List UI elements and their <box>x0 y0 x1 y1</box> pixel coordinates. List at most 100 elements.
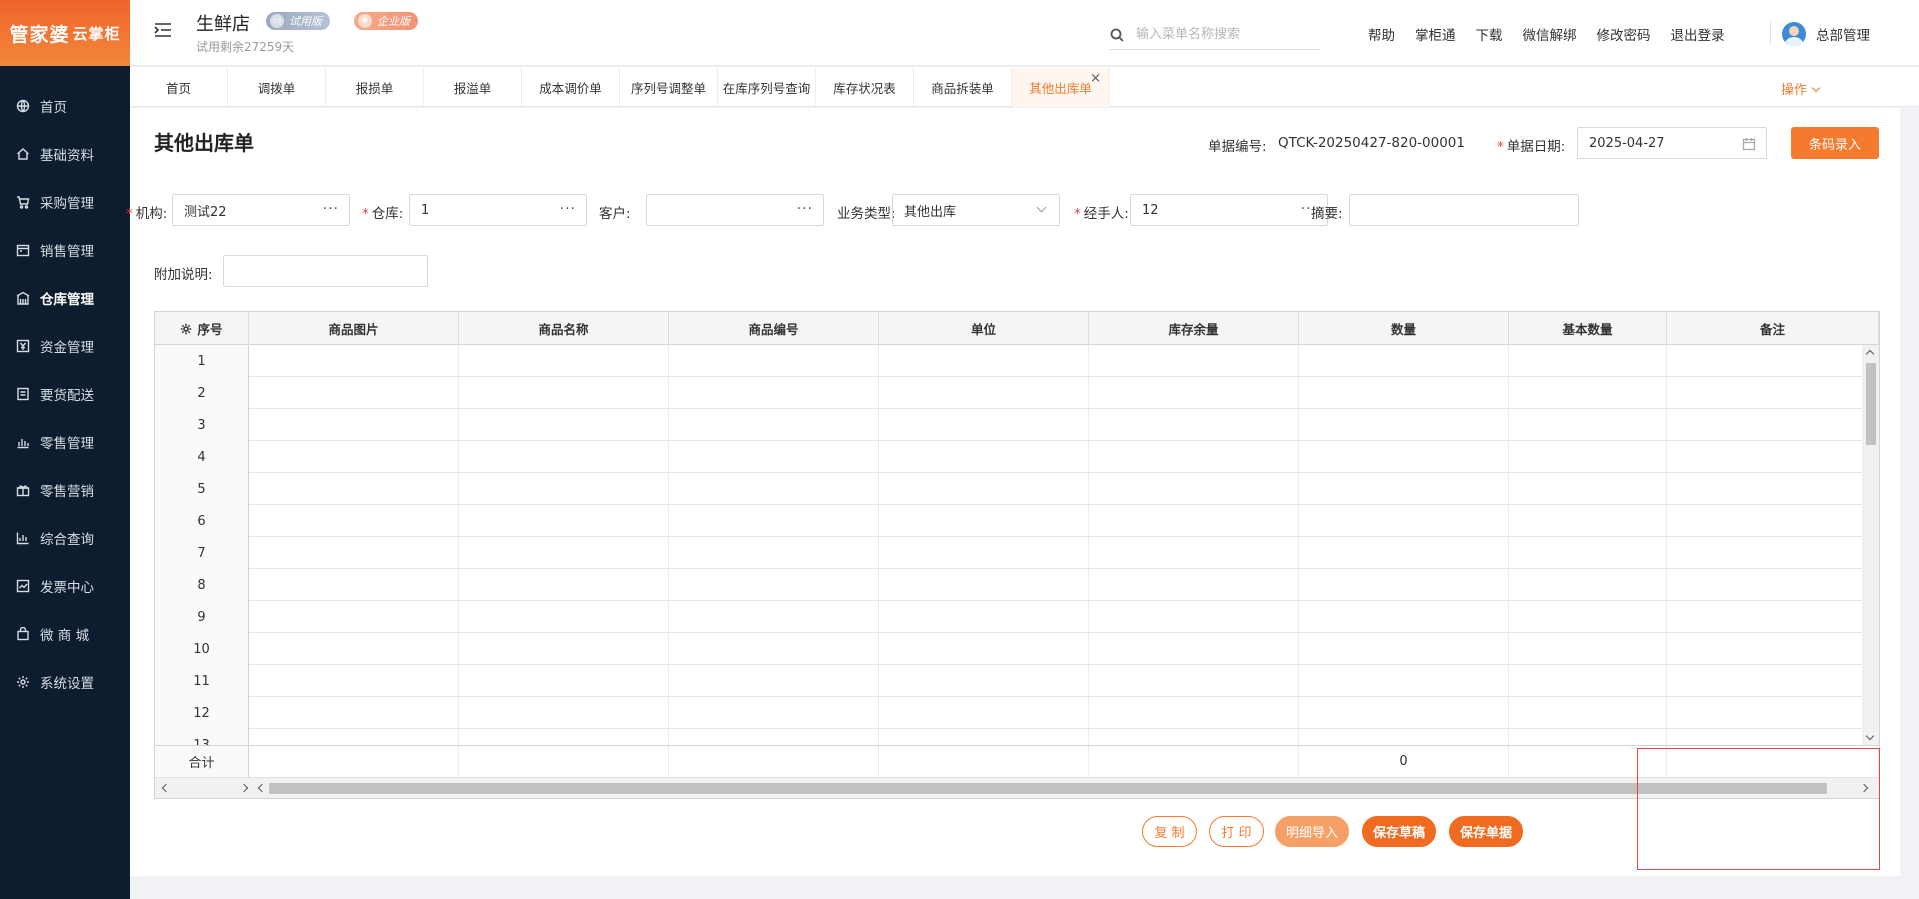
table-cell[interactable] <box>459 473 669 505</box>
sidebar-item[interactable]: 要货配送 <box>0 370 130 418</box>
table-cell[interactable] <box>1089 601 1299 633</box>
table-cell[interactable] <box>879 473 1089 505</box>
sidebar-item[interactable]: 发票中心 <box>0 562 130 610</box>
header-link[interactable]: 微信解绑 <box>1523 24 1577 44</box>
more-icon[interactable]: ··· <box>797 201 813 217</box>
table-cell[interactable] <box>1667 473 1863 505</box>
scroll-left-icon[interactable] <box>161 783 171 793</box>
table-cell[interactable] <box>669 537 879 569</box>
table-cell[interactable] <box>1299 409 1509 441</box>
table-cell[interactable] <box>879 729 1089 745</box>
table-row[interactable]: 12 <box>155 697 1863 729</box>
table-cell[interactable] <box>879 409 1089 441</box>
table-cell[interactable] <box>879 601 1089 633</box>
menu-toggle-icon[interactable] <box>154 22 172 38</box>
more-icon[interactable]: ··· <box>560 201 576 217</box>
table-cell[interactable] <box>879 441 1089 473</box>
header-link[interactable]: 帮助 <box>1368 24 1395 44</box>
header-link[interactable]: 掌柜通 <box>1415 24 1456 44</box>
table-cell[interactable] <box>459 569 669 601</box>
sidebar-item[interactable]: 基础资料 <box>0 130 130 178</box>
table-row[interactable]: 10 <box>155 633 1863 665</box>
table-cell[interactable] <box>1299 729 1509 745</box>
print-button[interactable]: 打 印 <box>1209 816 1264 847</box>
table-cell[interactable] <box>249 473 459 505</box>
save-draft-button[interactable]: 保存草稿 <box>1362 816 1436 847</box>
table-cell[interactable] <box>249 505 459 537</box>
table-cell[interactable] <box>1667 537 1863 569</box>
save-document-button[interactable]: 保存单据 <box>1449 816 1523 847</box>
table-cell[interactable] <box>1089 729 1299 745</box>
table-cell[interactable] <box>879 665 1089 697</box>
extra-note-field[interactable] <box>223 255 428 287</box>
table-row[interactable]: 11 <box>155 665 1863 697</box>
table-cell[interactable] <box>669 345 879 377</box>
sidebar-item[interactable]: 资金管理 <box>0 322 130 370</box>
tab[interactable]: 首页 <box>130 67 228 107</box>
tab[interactable]: 报溢单 <box>424 67 522 107</box>
scroll-left-icon[interactable] <box>257 783 267 793</box>
table-row[interactable]: 4 <box>155 441 1863 473</box>
table-cell[interactable] <box>1299 473 1509 505</box>
table-cell[interactable] <box>459 601 669 633</box>
table-cell[interactable] <box>1667 569 1863 601</box>
table-cell[interactable] <box>249 345 459 377</box>
scroll-up-icon[interactable] <box>1865 349 1875 359</box>
sidebar-item[interactable]: 零售管理 <box>0 418 130 466</box>
table-cell[interactable] <box>1299 601 1509 633</box>
table-cell[interactable] <box>669 665 879 697</box>
table-cell[interactable] <box>879 505 1089 537</box>
table-cell[interactable] <box>249 601 459 633</box>
table-cell[interactable] <box>459 505 669 537</box>
table-cell[interactable] <box>669 473 879 505</box>
table-cell[interactable] <box>1299 505 1509 537</box>
table-cell[interactable] <box>669 569 879 601</box>
operations-menu[interactable]: 操作 <box>1781 79 1821 98</box>
table-cell[interactable] <box>1089 665 1299 697</box>
table-cell[interactable] <box>249 409 459 441</box>
sidebar-item[interactable]: 采购管理 <box>0 178 130 226</box>
table-cell[interactable] <box>879 537 1089 569</box>
table-cell[interactable] <box>1089 633 1299 665</box>
table-cell[interactable] <box>459 441 669 473</box>
table-cell[interactable] <box>459 729 669 745</box>
table-cell[interactable] <box>459 345 669 377</box>
table-cell[interactable] <box>669 729 879 745</box>
table-cell[interactable] <box>669 633 879 665</box>
table-cell[interactable] <box>1509 569 1667 601</box>
table-cell[interactable] <box>1299 569 1509 601</box>
table-row[interactable]: 3 <box>155 409 1863 441</box>
table-cell[interactable] <box>1089 441 1299 473</box>
table-cell[interactable] <box>1089 409 1299 441</box>
table-cell[interactable] <box>249 441 459 473</box>
table-row[interactable]: 9 <box>155 601 1863 633</box>
table-cell[interactable] <box>1667 697 1863 729</box>
table-cell[interactable] <box>1667 345 1863 377</box>
table-cell[interactable] <box>879 633 1089 665</box>
table-cell[interactable] <box>879 345 1089 377</box>
table-cell[interactable] <box>1509 505 1667 537</box>
sidebar-item[interactable]: 系统设置 <box>0 658 130 706</box>
table-cell[interactable] <box>1089 505 1299 537</box>
header-link[interactable]: 修改密码 <box>1597 24 1651 44</box>
table-cell[interactable] <box>879 377 1089 409</box>
table-cell[interactable] <box>249 569 459 601</box>
column-header[interactable]: 序号 <box>155 312 249 345</box>
table-cell[interactable] <box>459 633 669 665</box>
table-cell[interactable] <box>1509 601 1667 633</box>
gear-icon[interactable] <box>180 323 192 335</box>
table-cell[interactable] <box>1509 409 1667 441</box>
table-row[interactable]: 1 <box>155 345 1863 377</box>
sidebar-item[interactable]: 首页 <box>0 82 130 130</box>
table-cell[interactable] <box>879 697 1089 729</box>
table-cell[interactable] <box>459 697 669 729</box>
table-cell[interactable] <box>459 377 669 409</box>
tab[interactable]: 库存状况表 <box>816 67 914 107</box>
table-row[interactable]: 8 <box>155 569 1863 601</box>
table-cell[interactable] <box>669 697 879 729</box>
table-cell[interactable] <box>249 537 459 569</box>
table-row[interactable]: 6 <box>155 505 1863 537</box>
more-icon[interactable]: ··· <box>323 201 339 217</box>
copy-button[interactable]: 复 制 <box>1142 816 1197 847</box>
header-link[interactable]: 下载 <box>1476 24 1503 44</box>
